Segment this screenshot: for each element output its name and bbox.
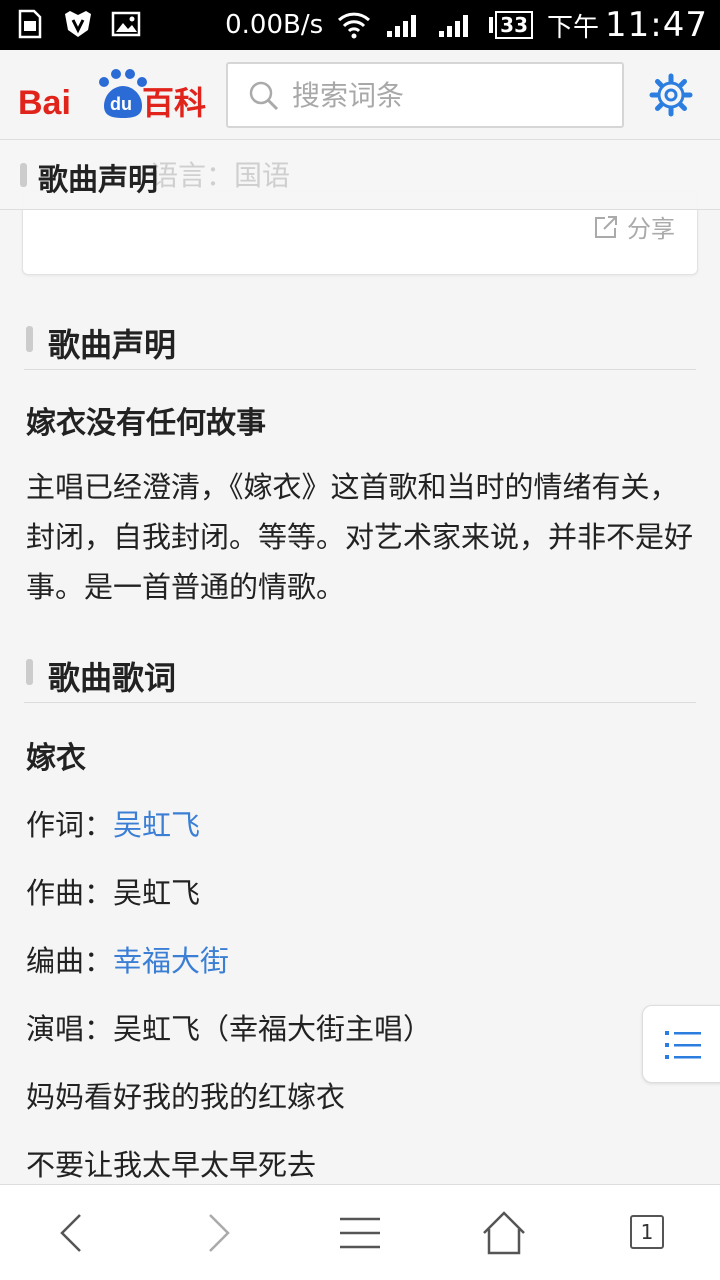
chevron-right-icon: [209, 1214, 230, 1252]
share-button[interactable]: 分享: [593, 209, 675, 244]
lyricist-link[interactable]: 吴虹飞: [113, 808, 200, 842]
forward-button[interactable]: [194, 1209, 242, 1257]
clock: 11:47: [605, 5, 708, 45]
app-header: du Bai 百科: [0, 50, 720, 140]
arranger-line: 编曲：幸福大街: [26, 938, 229, 980]
search-box[interactable]: [226, 62, 624, 128]
status-bar: 0.00B/s 33 下午 11:47: [0, 0, 720, 50]
lyric-line: 不要让我太早太早死去: [26, 1148, 317, 1182]
shield-icon: [65, 11, 91, 37]
singer-name: 吴虹飞（幸福大街主唱）: [113, 1012, 433, 1046]
faded-underlying-text: 语言：国语: [150, 159, 291, 192]
section-subtitle: 嫁衣没有任何故事: [26, 406, 266, 441]
section-title: 歌曲声明: [48, 326, 177, 364]
am-pm: 下午: [547, 12, 600, 43]
singer-line: 演唱：吴虹飞（幸福大街主唱）: [26, 1006, 432, 1048]
home-icon: [483, 1211, 525, 1255]
battery-level: 33: [495, 11, 533, 39]
lyricist-label: 作词：: [26, 808, 114, 842]
composer-line: 作曲：吴虹飞: [26, 870, 200, 912]
section-header-lyrics: 歌曲歌词: [24, 643, 696, 703]
home-button[interactable]: [480, 1209, 528, 1257]
settings-gear-icon[interactable]: [648, 72, 694, 118]
signal-icon: [387, 15, 417, 37]
sim-card-icon: [18, 9, 42, 39]
menu-button[interactable]: [336, 1209, 384, 1257]
sticky-section-header[interactable]: 语言：国语 歌曲声明: [0, 140, 720, 210]
tab-count-button[interactable]: 1: [630, 1215, 664, 1249]
share-icon: [595, 215, 617, 238]
search-input[interactable]: [292, 72, 612, 118]
chevron-left-icon: [60, 1214, 81, 1252]
svg-text:Bai: Bai: [18, 84, 71, 122]
singer-label: 演唱：: [26, 1012, 114, 1046]
image-icon: [111, 11, 141, 37]
section-marker: [26, 659, 33, 685]
arranger-link[interactable]: 幸福大街: [113, 944, 229, 978]
section-paragraph: 主唱已经澄清，《嫁衣》这首歌和当时的情绪有关，封闭，自我封闭。等等。对艺术家来说…: [26, 470, 694, 604]
wifi-icon: [338, 12, 371, 39]
net-speed: 0.00B/s: [225, 10, 324, 40]
baidu-baike-logo[interactable]: du Bai 百科: [18, 60, 208, 130]
composer-label: 作曲：: [26, 876, 114, 910]
section-title: 歌曲歌词: [48, 659, 177, 697]
section-header-song-statement: 歌曲声明: [24, 310, 696, 370]
arranger-label: 编曲：: [26, 944, 114, 978]
composer-name: 吴虹飞: [113, 876, 201, 910]
lyric-line: 妈妈看好我的我的红嫁衣: [26, 1080, 346, 1114]
svg-text:du: du: [110, 94, 132, 114]
menu-icon: [340, 1217, 380, 1249]
search-icon: [249, 81, 279, 111]
battery-icon: 33: [489, 11, 533, 39]
share-label: 分享: [627, 215, 675, 243]
sticky-section-title: 歌曲声明: [38, 163, 158, 198]
svg-text:百科: 百科: [142, 84, 206, 122]
section-marker: [20, 163, 27, 187]
section-marker: [26, 326, 33, 352]
signal-icon: [439, 15, 469, 37]
browser-bottom-nav: 1: [0, 1184, 720, 1280]
song-title: 嫁衣: [26, 741, 86, 776]
list-icon: [665, 1031, 701, 1059]
table-of-contents-button[interactable]: [642, 1005, 720, 1083]
back-button[interactable]: [48, 1209, 96, 1257]
lyricist-line: 作词：吴虹飞: [26, 802, 200, 844]
